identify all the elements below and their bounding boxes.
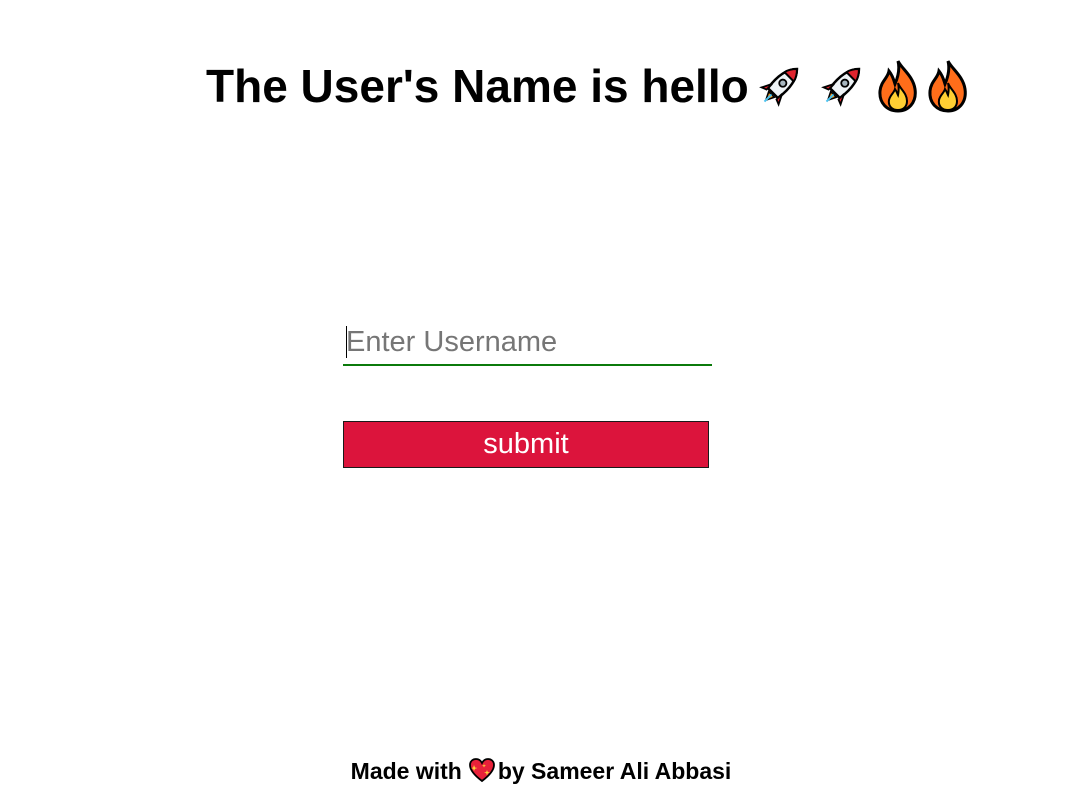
page: The User's Name is hello Enter Username … — [0, 0, 1082, 803]
page-heading: The User's Name is hello — [206, 58, 975, 114]
username-input[interactable] — [343, 320, 712, 366]
rocket-icon — [820, 67, 860, 107]
rocket-icon — [758, 67, 798, 107]
text-caret — [346, 326, 347, 358]
fire-icon — [878, 60, 917, 113]
heading-emojis — [751, 59, 975, 113]
footer-suffix: by Sameer Ali Abbasi — [497, 758, 732, 784]
sparkling-heart-icon — [468, 757, 496, 789]
fire-icon — [928, 60, 967, 113]
footer-prefix: Made with — [350, 758, 462, 784]
heading-text: The User's Name is hello — [206, 60, 749, 112]
submit-button[interactable]: submit — [343, 421, 709, 468]
footer-credit: Made with by Sameer Ali Abbasi — [0, 757, 1082, 789]
